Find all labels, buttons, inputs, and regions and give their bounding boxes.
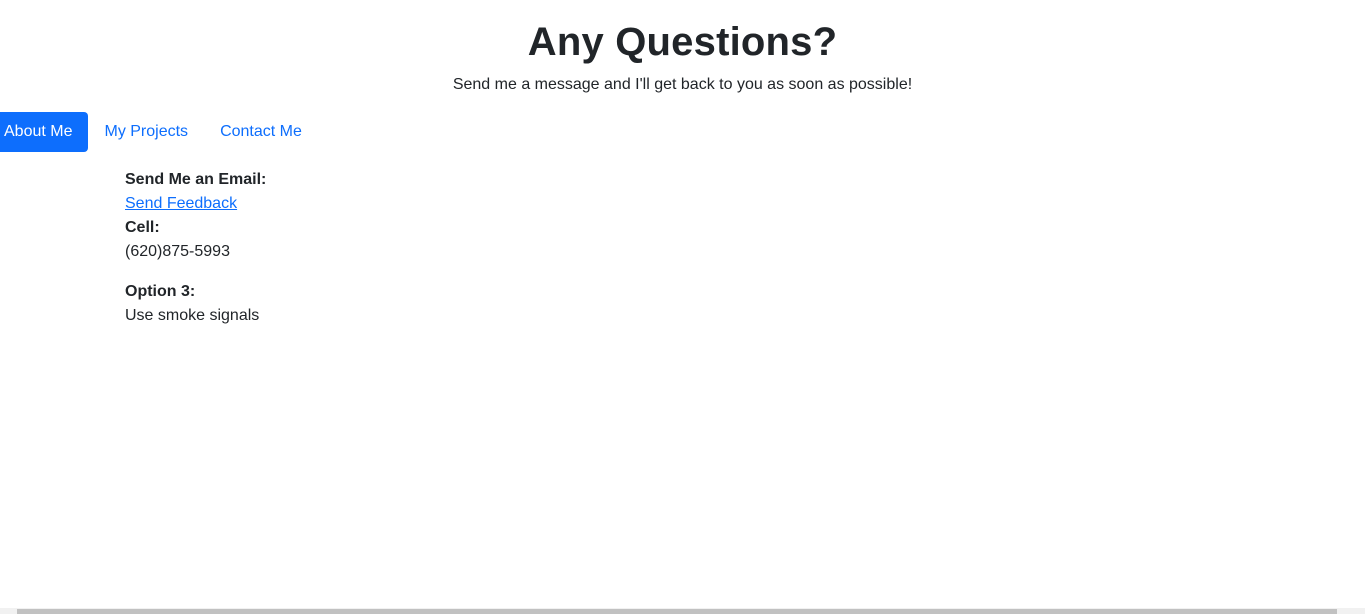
page-subtitle: Send me a message and I'll get back to y…: [452, 76, 913, 93]
send-feedback-link[interactable]: Send Feedback: [125, 192, 237, 216]
scrollbar-thumb[interactable]: [17, 609, 1337, 614]
email-label: Send Me an Email:: [125, 171, 267, 188]
cell-value: (620)875-5993: [125, 243, 230, 260]
nav-item-about-me[interactable]: About Me: [0, 112, 89, 152]
nav-item-my-projects[interactable]: My Projects: [88, 112, 204, 152]
cell-label: Cell:: [125, 219, 160, 236]
nav-pills: About Me My Projects Contact Me: [0, 112, 318, 152]
header: Any Questions? Send me a message and I'l…: [0, 18, 1365, 97]
option3-value: Use smoke signals: [125, 307, 260, 324]
option3-label: Option 3:: [125, 283, 196, 300]
page-title: Any Questions?: [527, 20, 838, 64]
contact-info: Send Me an Email: Send Feedback Cell: (6…: [125, 168, 266, 328]
page: Any Questions? Send me a message and I'l…: [0, 0, 1365, 614]
nav-item-contact-me[interactable]: Contact Me: [204, 112, 318, 152]
horizontal-scrollbar[interactable]: [0, 608, 1365, 614]
